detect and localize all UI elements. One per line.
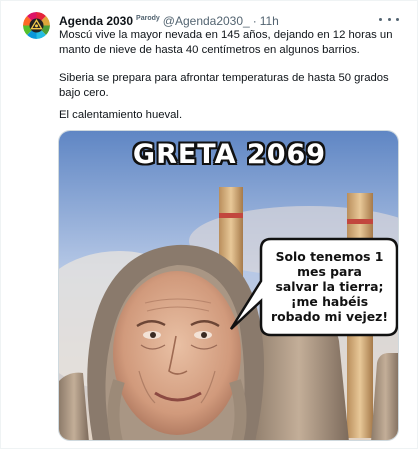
tweet-text-paragraph: El calentamiento hueval.: [59, 109, 183, 121]
avatar[interactable]: [23, 12, 50, 39]
speech-line: robado mi vejez!: [270, 309, 388, 324]
speech-line: mes para: [297, 264, 362, 279]
agenda-2030-logo-icon: [23, 12, 50, 39]
more-options-icon: [379, 17, 382, 21]
tweet-text-paragraph: Moscú vive la mayor nevada en 145 años, …: [59, 29, 393, 56]
parody-label: Parody: [136, 14, 160, 22]
speech-bubble: Solo tenemos 1 mes para salvar la tierra…: [259, 239, 398, 334]
meme-caption: GRETA 2069: [132, 139, 327, 170]
tweet-timestamp[interactable]: 11h: [260, 14, 279, 28]
more-options-button[interactable]: [379, 12, 399, 26]
speech-line: salvar la tierra;: [275, 279, 384, 294]
tweet-text-paragraph: Siberia se prepara para afrontar tempera…: [59, 72, 389, 99]
more-options-icon: [387, 17, 391, 21]
more-options-icon: [396, 17, 399, 21]
speech-line: Solo tenemos 1: [275, 249, 384, 264]
tweet-image[interactable]: GRETA 2069 Solo tenemos 1 mes para salva…: [58, 130, 399, 441]
author-name[interactable]: Agenda 2030: [59, 14, 133, 28]
tweet-card[interactable]: Agenda 2030 Parody @Agenda2030_ · 11h Mo…: [0, 0, 418, 449]
tweet-header: Agenda 2030 Parody @Agenda2030_ · 11h: [59, 13, 279, 29]
separator-dot: ·: [252, 14, 257, 28]
speech-line: ¡me habéis: [290, 294, 369, 309]
author-handle[interactable]: @Agenda2030_: [163, 14, 250, 28]
